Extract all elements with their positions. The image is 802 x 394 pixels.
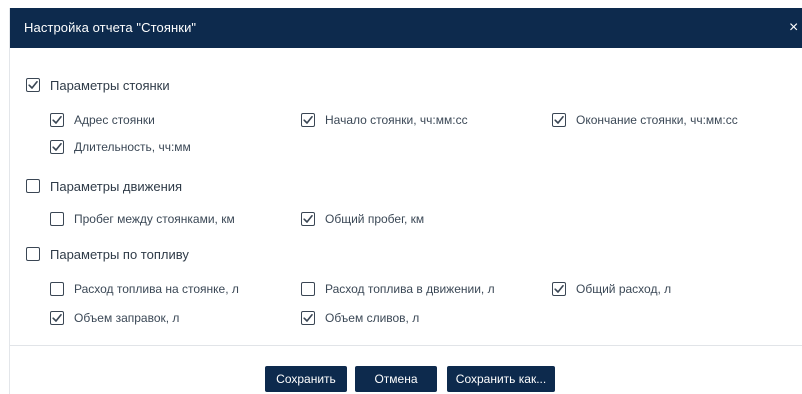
item-label: Расход топлива на стоянке, л — [74, 282, 239, 296]
check-icon — [554, 116, 564, 124]
group-label: Параметры по топливу — [50, 246, 189, 262]
item-mileage-between[interactable]: Пробег между стоянками, км — [50, 210, 235, 228]
close-icon[interactable]: × — [789, 18, 802, 38]
item-drain-volume[interactable]: Объем сливов, л — [301, 309, 419, 327]
check-icon — [303, 116, 313, 124]
checkbox[interactable] — [26, 78, 40, 92]
item-parking-duration[interactable]: Длительность, чч:мм — [50, 138, 191, 156]
item-parking-end[interactable]: Окончание стоянки, чч:мм:сс — [552, 111, 738, 129]
check-icon — [52, 143, 62, 151]
checkbox[interactable] — [50, 113, 64, 127]
dialog-title: Настройка отчета "Стоянки" — [24, 20, 197, 35]
checkbox[interactable] — [301, 113, 315, 127]
checkbox[interactable] — [301, 282, 315, 296]
group-fuel-params[interactable]: Параметры по топливу — [26, 245, 189, 263]
check-icon — [52, 314, 62, 322]
item-label: Расход топлива в движении, л — [325, 282, 495, 296]
check-icon — [554, 285, 564, 293]
item-fuel-total[interactable]: Общий расход, л — [552, 280, 671, 298]
cancel-button[interactable]: Отмена — [355, 366, 437, 392]
check-icon — [28, 81, 38, 89]
item-label: Начало стоянки, чч:мм:сс — [325, 113, 468, 127]
checkbox[interactable] — [50, 311, 64, 325]
checkbox[interactable] — [26, 247, 40, 261]
item-label: Окончание стоянки, чч:мм:сс — [576, 113, 738, 127]
dialog-body: Параметры стоянки Адрес стоянки Начало с… — [10, 48, 802, 338]
item-parking-address[interactable]: Адрес стоянки — [50, 111, 155, 129]
item-label: Общий расход, л — [576, 282, 672, 296]
check-icon — [303, 314, 313, 322]
item-label: Пробег между стоянками, км — [74, 212, 235, 226]
checkbox[interactable] — [552, 113, 566, 127]
item-label: Объем заправок, л — [74, 311, 180, 325]
check-icon — [52, 116, 62, 124]
checkbox[interactable] — [50, 282, 64, 296]
checkbox[interactable] — [301, 212, 315, 226]
item-refuel-volume[interactable]: Объем заправок, л — [50, 309, 179, 327]
save-as-button[interactable]: Сохранить как... — [447, 366, 555, 392]
item-parking-start[interactable]: Начало стоянки, чч:мм:сс — [301, 111, 468, 129]
checkbox[interactable] — [50, 140, 64, 154]
item-fuel-parking[interactable]: Расход топлива на стоянке, л — [50, 280, 239, 298]
group-label: Параметры движения — [50, 178, 183, 194]
checkbox[interactable] — [26, 179, 40, 193]
group-parking-params[interactable]: Параметры стоянки — [26, 76, 170, 94]
item-label: Адрес стоянки — [74, 113, 155, 127]
item-label: Общий пробег, км — [325, 212, 425, 226]
dialog-footer: Сохранить Отмена Сохранить как... — [10, 346, 802, 394]
item-label: Объем сливов, л — [325, 311, 420, 325]
check-icon — [303, 215, 313, 223]
item-fuel-moving[interactable]: Расход топлива в движении, л — [301, 280, 495, 298]
dialog-header: Настройка отчета "Стоянки" × — [10, 8, 802, 48]
checkbox[interactable] — [301, 311, 315, 325]
group-movement-params[interactable]: Параметры движения — [26, 177, 182, 195]
item-label: Длительность, чч:мм — [74, 140, 191, 154]
report-settings-dialog: Настройка отчета "Стоянки" × Параметры с… — [9, 8, 802, 394]
checkbox[interactable] — [552, 282, 566, 296]
save-button[interactable]: Сохранить — [265, 366, 347, 392]
group-label: Параметры стоянки — [50, 77, 170, 93]
item-total-mileage[interactable]: Общий пробег, км — [301, 210, 424, 228]
checkbox[interactable] — [50, 212, 64, 226]
